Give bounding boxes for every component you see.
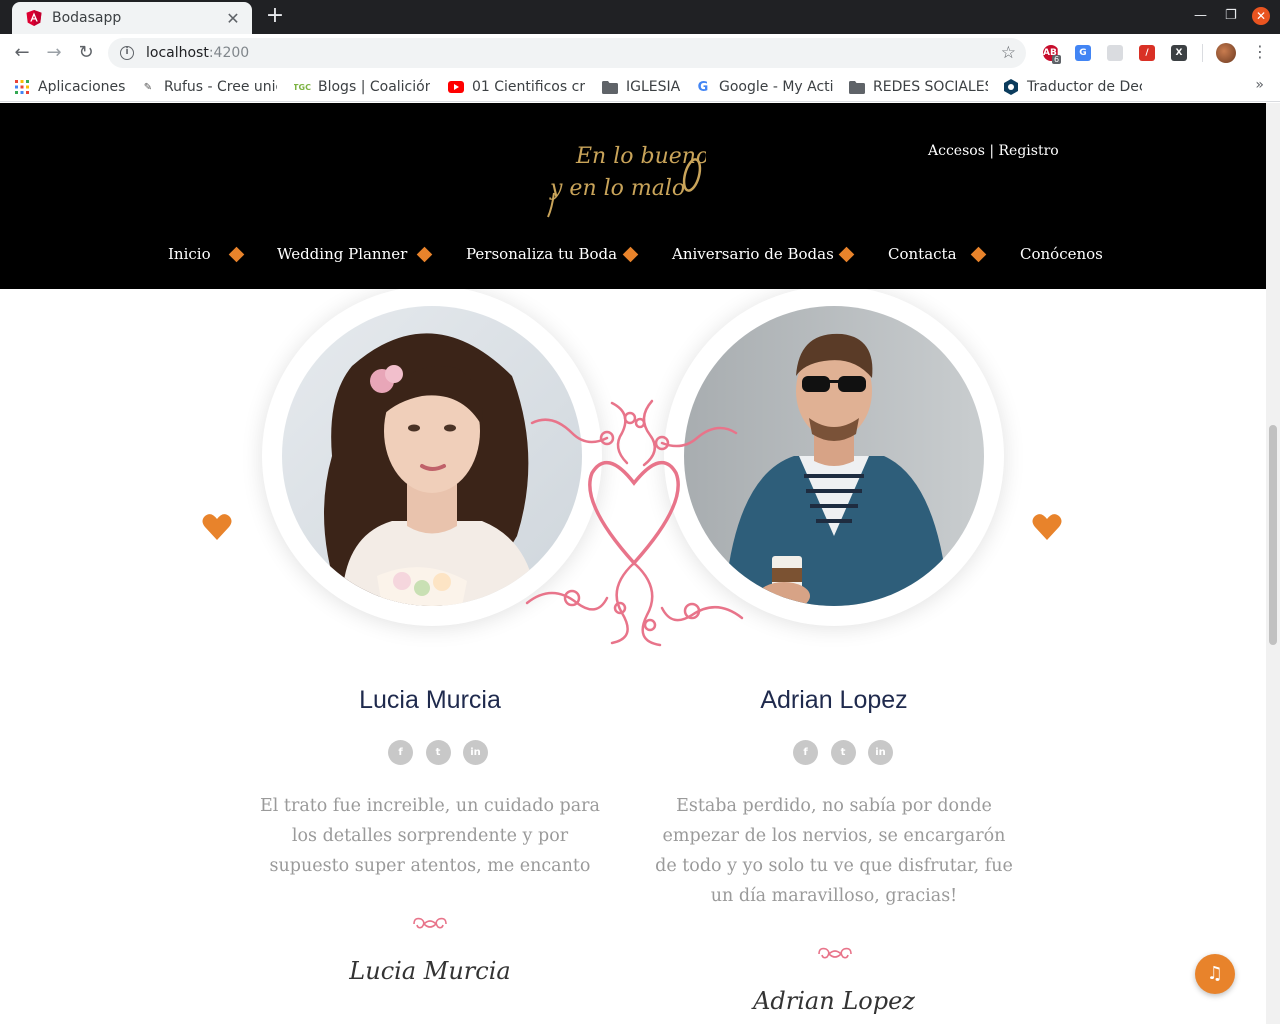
nav-diamond-separator [622,246,639,263]
facebook-icon[interactable]: f [388,740,413,765]
nav-diamond-separator [416,246,433,263]
bookmarks-overflow-button[interactable]: » [1255,77,1264,93]
testimonial-quote: El trato fue increible, un cuidado para … [260,796,600,876]
folder-icon [849,79,865,95]
bookmark-cientificos[interactable]: 01 Cientificos cre [448,77,585,97]
twitter-icon[interactable]: t [425,740,451,765]
page-scrollbar[interactable] [1266,103,1280,1024]
svg-text:En lo bueno: En lo bueno [575,144,706,169]
twitter-icon[interactable]: t [830,740,856,765]
bookmark-aplicaciones[interactable]: Aplicaciones [14,77,126,97]
translator-icon [1003,79,1019,95]
bookmark-traductor[interactable]: Traductor de Dec [1003,77,1142,97]
prev-heart-icon[interactable] [202,513,232,541]
bookmark-iglesia[interactable]: IGLESIA [602,77,682,97]
linkedin-icon[interactable]: in [463,740,488,765]
social-links: f t in [793,740,893,766]
auth-links[interactable]: Accesos | Registro [928,143,1059,159]
testimonial-signature: Lucia Murcia [349,957,511,985]
site-logo[interactable]: En lo bueno y en lo malo [546,133,706,219]
nav-item-wedding-planner[interactable]: Wedding Planner [277,245,407,263]
camera-extension-icon[interactable] [1107,45,1123,61]
swirl-ornament-icon [818,947,852,959]
google-translate-extension-icon[interactable]: G [1075,45,1091,61]
bookmark-label: IGLESIA [626,79,681,95]
profile-avatar[interactable] [1216,43,1236,63]
bookmark-label: Traductor de Dec [1027,79,1142,95]
window-close-button[interactable]: ✕ [1252,7,1270,25]
tab-title: Bodasapp [52,10,122,26]
scrollbar-thumb[interactable] [1269,425,1277,645]
bookmark-label: Google - My Activ [719,79,833,95]
nav-diamond-separator [838,246,855,263]
nav-item-conocenos[interactable]: Conócenos [1020,245,1103,263]
bookmark-rufus[interactable]: ✎ Rufus - Cree unic [140,77,277,97]
youtube-icon [448,79,464,95]
browser-tabstrip: Bodasapp ✕ + — ❐ ✕ [0,0,1280,34]
svg-text:y en lo malo: y en lo malo [549,176,685,201]
bookmark-label: REDES SOCIALES [873,79,988,95]
testimonial-quote: Estaba perdido, no sabía por donde empez… [655,796,1013,906]
menu-dots-icon[interactable]: ⋮ [1252,42,1268,61]
bookmark-label: Rufus - Cree unic [164,79,277,95]
window-minimize-button[interactable]: — [1194,8,1207,23]
folder-icon [602,79,618,95]
nav-item-inicio[interactable]: Inicio [168,245,211,263]
bookmark-label: Blogs | Coalición [318,79,430,95]
url-port: :4200 [208,45,250,61]
pen-extension-icon[interactable]: / [1139,45,1155,61]
nav-diamond-separator [228,246,245,263]
bookmark-label: Aplicaciones [38,79,126,95]
main-nav: Inicio Wedding Planner Personaliza tu Bo… [0,243,1266,269]
testimonial-signature: Adrian Lopez [753,987,915,1015]
page-viewport: Lucia Murcia f t in El trato fue increib… [0,103,1266,1024]
linkedin-icon[interactable]: in [868,740,893,765]
browser-toolbar: ← → ↻ i localhost:4200 ☆ ABP 6 G / X ⋮ [0,34,1280,72]
nav-item-personaliza[interactable]: Personaliza tu Boda [466,245,617,263]
bookmark-google-activity[interactable]: G Google - My Activ [695,77,833,97]
rufus-icon: ✎ [143,81,153,93]
toolbar-divider [1202,44,1203,62]
apps-grid-icon [14,79,30,95]
tab-close-icon[interactable]: ✕ [224,9,242,28]
bookmark-redes-sociales[interactable]: REDES SOCIALES [849,77,988,97]
back-arrow-icon[interactable]: ← [10,42,34,66]
angular-icon [26,10,42,26]
nav-item-aniversario[interactable]: Aniversario de Bodas [672,245,834,263]
tab-bodasapp[interactable]: Bodasapp ✕ [12,2,252,34]
reload-icon[interactable]: ↻ [74,42,98,66]
music-note-button[interactable]: ♫ [1195,954,1235,994]
adblock-badge: 6 [1052,55,1062,64]
forward-arrow-icon[interactable]: → [42,42,66,66]
bookmark-blogs[interactable]: TGC Blogs | Coalición [294,77,430,97]
bookmark-label: 01 Cientificos cre [472,79,585,95]
nav-item-contacta[interactable]: Contacta [888,245,957,263]
google-icon: G [697,79,709,95]
testimonial-name: Adrian Lopez [760,686,908,714]
bookmarks-bar: Aplicaciones ✎ Rufus - Cree unic TGC Blo… [0,72,1280,102]
next-heart-icon[interactable] [1032,513,1062,541]
site-info-icon[interactable]: i [120,46,134,60]
address-bar[interactable]: i localhost:4200 ☆ [108,38,1026,68]
swirl-ornament-icon [413,917,447,929]
new-tab-button[interactable]: + [262,4,288,30]
nav-diamond-separator [970,246,987,263]
facebook-icon[interactable]: f [793,740,818,765]
window-maximize-button[interactable]: ❐ [1225,8,1237,23]
heart-flourish-ornament [525,399,744,647]
x-extension-icon[interactable]: X [1171,45,1187,61]
bookmark-star-icon[interactable]: ☆ [1001,43,1016,63]
social-links: f t in [388,740,488,766]
url-host: localhost [146,45,209,61]
site-header: En lo bueno y en lo malo Accesos | Regis… [0,103,1266,289]
testimonial-name: Lucia Murcia [359,686,501,714]
tgc-icon: TGC [294,82,311,92]
